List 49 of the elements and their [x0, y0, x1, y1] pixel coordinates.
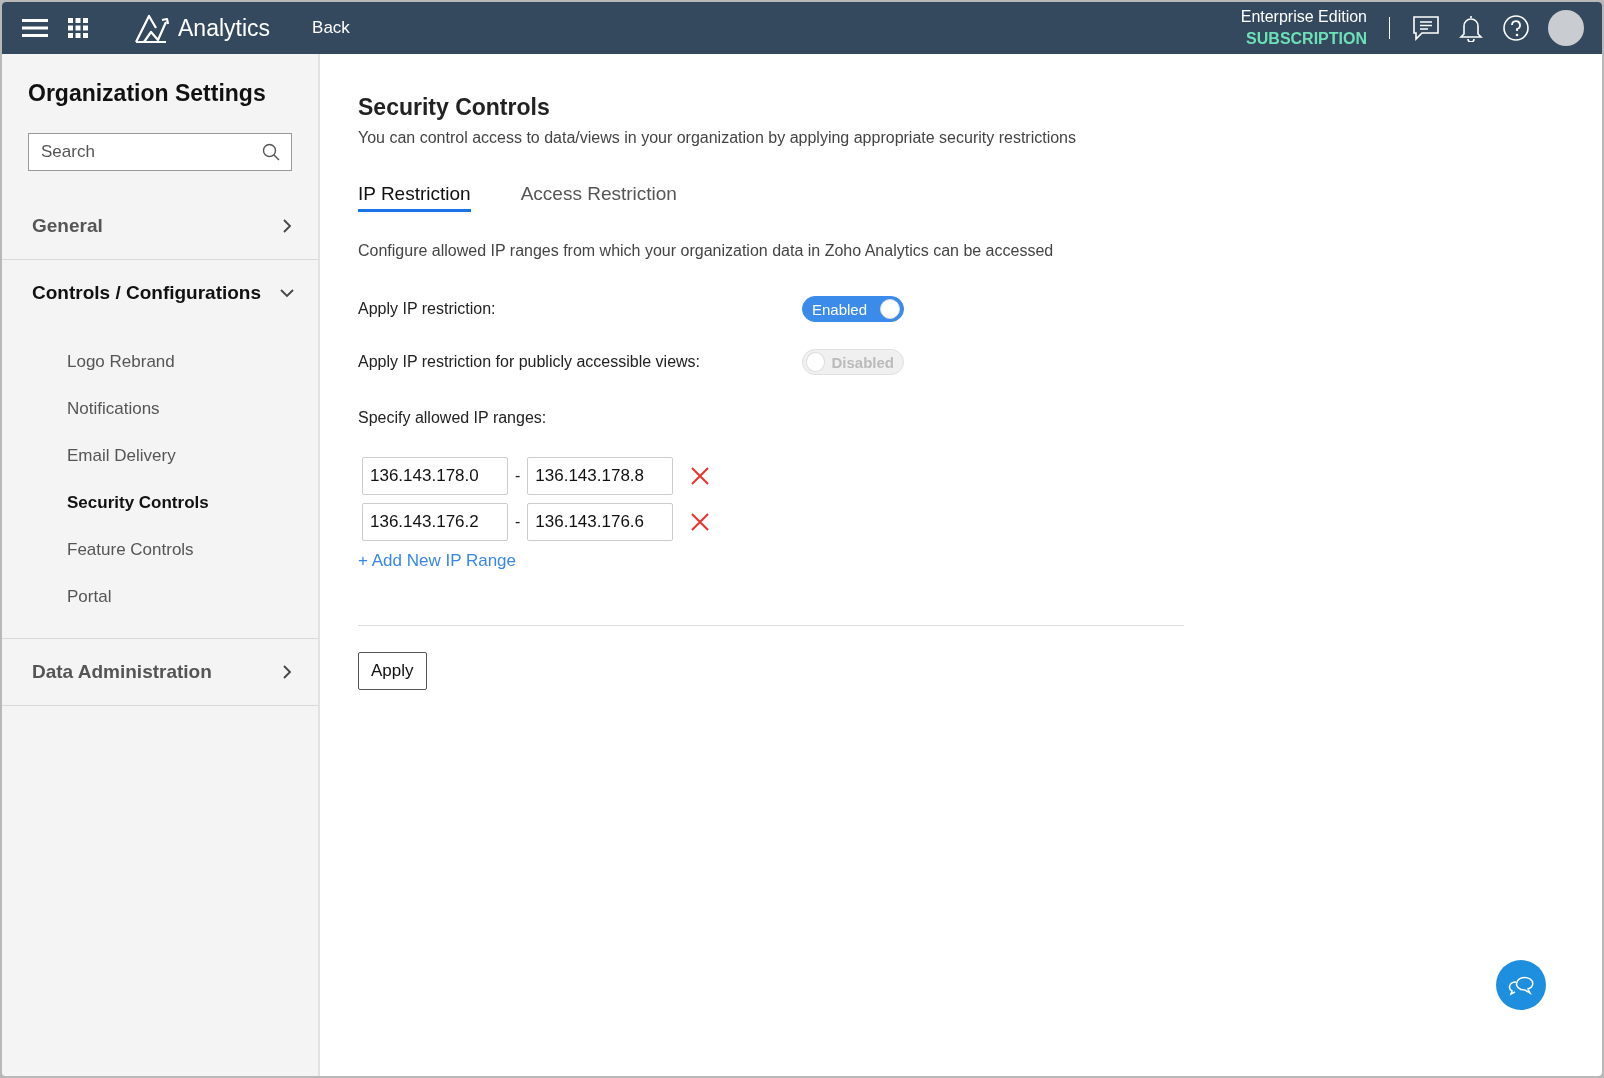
toggle-knob — [880, 299, 900, 319]
setting-label: Apply IP restriction for publicly accessible views: — [358, 353, 702, 371]
ip-input-field[interactable]: 136.143.178.8 — [527, 457, 674, 495]
page-subtitle: You can control access to data/views in your organization by applying appropriate security restrictions — [358, 129, 1077, 147]
setting-label: Apply IP restriction: — [358, 300, 497, 318]
logo-icon — [134, 12, 170, 44]
sidebar-group[interactable]: Controls / Configurations — [2, 260, 318, 326]
sidebar-item[interactable]: Portal — [67, 573, 318, 620]
edition-label: Enterprise Edition — [1240, 7, 1367, 27]
sidebar-group[interactable]: General — [2, 193, 318, 259]
help-icon[interactable] — [1502, 14, 1530, 42]
range-separator: - — [515, 467, 521, 485]
menu-icon[interactable] — [22, 18, 48, 38]
chevron-right-icon — [280, 665, 294, 679]
sidebar-item[interactable]: Notifications — [67, 385, 318, 432]
description-text: Configure allowed IP ranges from which your organization data in Zoho Analytics can be accessed — [358, 242, 1055, 260]
range-separator: - — [515, 513, 521, 531]
page-title: Security Controls — [358, 94, 551, 121]
apply-button[interactable]: Apply — [358, 652, 427, 690]
ip-input-field[interactable]: 136.143.178.0 — [362, 457, 508, 495]
sidebar-item[interactable]: Security Controls — [67, 479, 318, 526]
close-icon[interactable] — [691, 513, 710, 531]
subscription-link[interactable]: SUBSCRIPTION — [1246, 28, 1367, 50]
chat-icon[interactable] — [1412, 15, 1440, 41]
ip-input-field[interactable]: 136.143.176.2 — [362, 503, 508, 541]
ranges-label: Specify allowed IP ranges: — [358, 409, 548, 427]
tab[interactable]: IP Restriction — [358, 183, 471, 212]
search-icon — [262, 143, 280, 161]
chat-button[interactable] — [1496, 960, 1546, 1010]
app-grid-icon[interactable] — [68, 18, 88, 38]
sidebar-item[interactable]: Logo Rebrand — [67, 338, 318, 385]
ip-input-field[interactable]: 136.143.176.6 — [527, 503, 674, 541]
avatar[interactable] — [1548, 10, 1584, 46]
toggle-knob — [806, 352, 826, 372]
chevron-right-icon — [280, 219, 294, 233]
chevron-down-icon — [280, 286, 294, 300]
sidebar-item[interactable]: Email Delivery — [67, 432, 318, 479]
add-ip-range-link[interactable]: + Add New IP Range — [358, 551, 516, 571]
sidebar-item[interactable]: Feature Controls — [67, 526, 318, 573]
sidebar-group[interactable]: Data Administration — [2, 639, 318, 705]
app-name: Analytics — [178, 14, 271, 42]
bell-icon[interactable] — [1458, 14, 1484, 42]
close-icon[interactable] — [691, 467, 710, 485]
chat-bubbles-icon — [1508, 974, 1534, 996]
tab[interactable]: Access Restriction — [520, 183, 677, 212]
search-field[interactable]: Search — [28, 133, 292, 171]
back-link[interactable]: Back — [312, 18, 350, 38]
sidebar-title: Organization Settings — [28, 80, 267, 107]
toggle-label: Enabled — [812, 300, 868, 318]
